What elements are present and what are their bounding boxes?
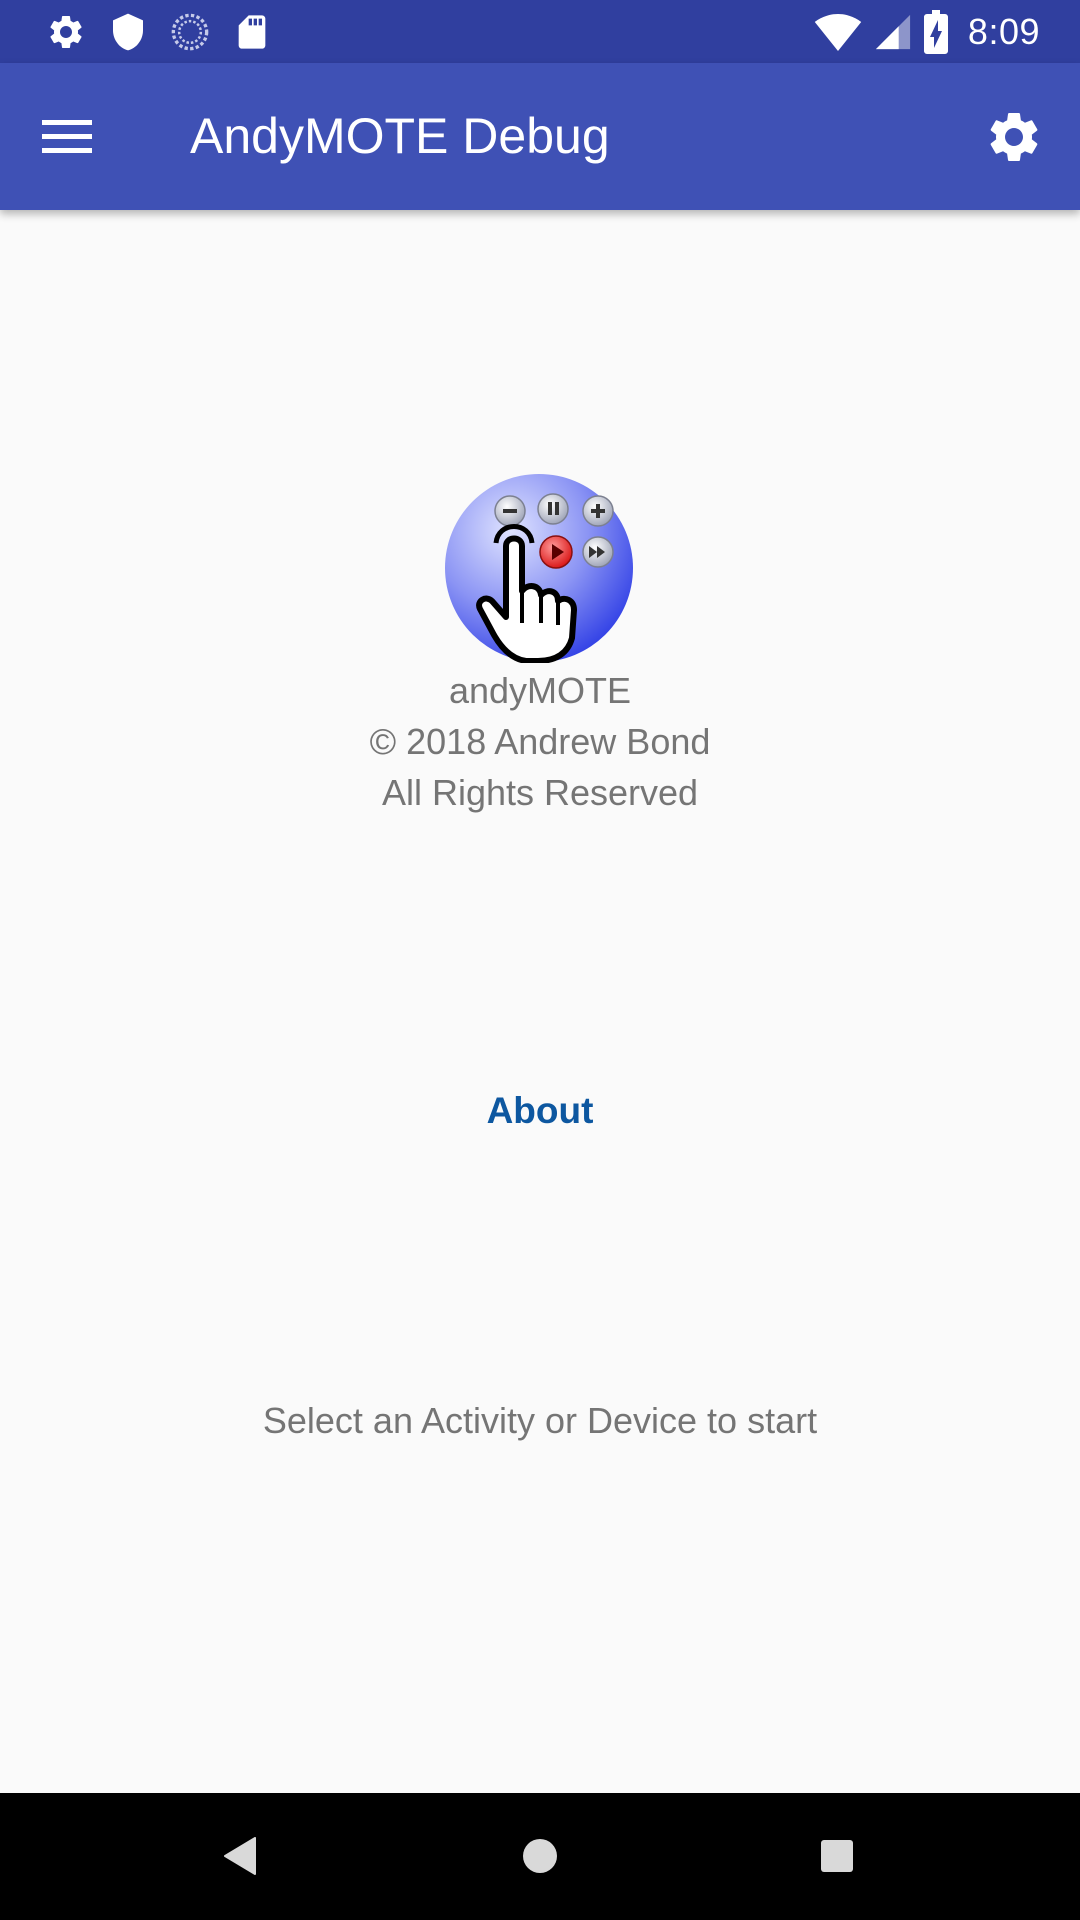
home-circle-icon — [523, 1839, 557, 1873]
about-copyright: © 2018 Andrew Bond — [369, 721, 711, 762]
nav-back-button[interactable] — [206, 1823, 272, 1889]
status-bar: 8:09 — [0, 0, 1080, 63]
settings-icon — [50, 15, 82, 48]
recents-square-icon — [821, 1840, 853, 1872]
app-title: AndyMOTE Debug — [190, 108, 610, 164]
app-toolbar: AndyMOTE Debug — [0, 63, 1080, 210]
wifi-icon — [814, 14, 862, 51]
about-button[interactable]: About — [440, 1081, 640, 1141]
gear-icon — [990, 112, 1038, 161]
nav-recents-button[interactable] — [804, 1823, 870, 1889]
status-system-icons: 8:09 — [814, 8, 1040, 56]
shield-icon — [113, 13, 143, 51]
app-logo-icon — [445, 474, 633, 663]
main-content: andyMOTE © 2018 Andrew Bond All Rights R… — [0, 210, 1080, 1793]
system-nav-bar — [0, 1793, 1080, 1920]
cell-signal-icon — [875, 14, 911, 50]
sync-icon — [171, 13, 209, 51]
settings-button[interactable] — [978, 101, 1050, 173]
status-clock: 8:09 — [967, 11, 1040, 52]
hamburger-menu-icon — [42, 120, 92, 153]
about-rights: All Rights Reserved — [381, 772, 699, 813]
status-notification-icons — [46, 12, 272, 52]
nav-home-button[interactable] — [507, 1823, 573, 1889]
sd-card-icon — [238, 15, 266, 49]
about-app-name: andyMOTE — [448, 670, 632, 711]
menu-button[interactable] — [34, 103, 100, 169]
battery-charging-icon — [923, 10, 948, 54]
back-triangle-icon — [224, 1837, 256, 1875]
start-hint: Select an Activity or Device to start — [262, 1400, 818, 1441]
